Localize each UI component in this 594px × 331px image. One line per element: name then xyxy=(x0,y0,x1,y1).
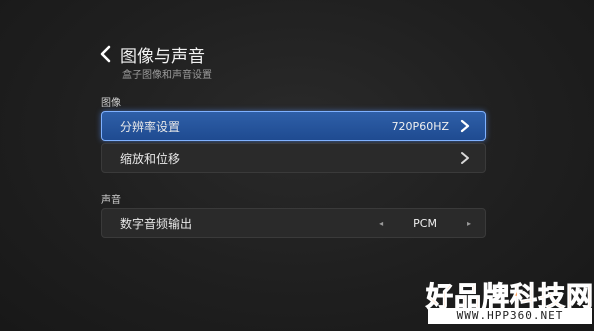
chevron-left-icon[interactable] xyxy=(98,44,114,64)
chevron-right-icon xyxy=(461,152,469,164)
page-title: 图像与声音 xyxy=(120,47,205,67)
setting-row-resolution[interactable]: 分辨率设置 720P60HZ xyxy=(101,111,486,141)
arrow-right-icon[interactable]: ▸ xyxy=(467,219,471,228)
chevron-right-icon xyxy=(460,119,470,133)
row-label: 数字音频输出 xyxy=(120,216,193,231)
watermark: 好品牌科技网 WWW.HPP360.NET xyxy=(426,275,594,327)
arrow-left-icon[interactable]: ◂ xyxy=(379,219,383,228)
setting-row-zoom-shift[interactable]: 缩放和位移 xyxy=(101,143,486,173)
section-label-image: 图像 xyxy=(101,98,121,109)
row-label: 分辨率设置 xyxy=(120,119,181,134)
row-value: 720P60HZ xyxy=(391,119,449,133)
watermark-url: WWW.HPP360.NET xyxy=(428,308,592,324)
row-label: 缩放和位移 xyxy=(120,151,181,166)
section-label-sound: 声音 xyxy=(101,195,121,206)
setting-row-digital-audio[interactable]: 数字音频输出 ◂ PCM ▸ xyxy=(101,208,486,238)
page-subtitle: 盒子图像和声音设置 xyxy=(122,70,212,81)
row-value: PCM xyxy=(413,216,437,230)
